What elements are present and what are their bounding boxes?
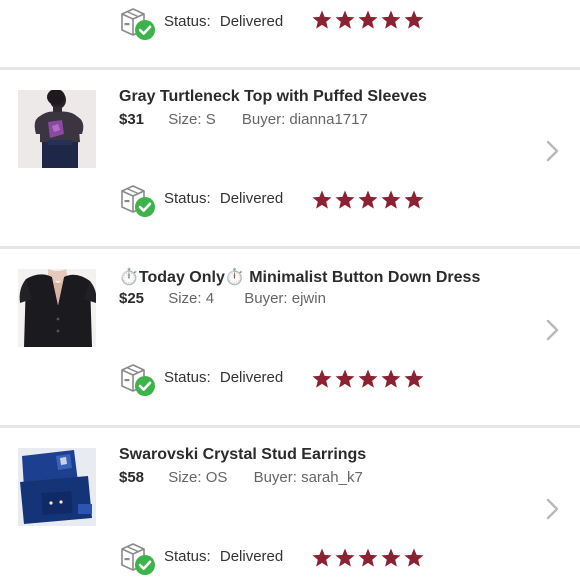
status-label: Status: — [164, 548, 211, 565]
item-price: $25 — [119, 290, 145, 307]
item-meta: $31 Size: S Buyer: dianna1717 — [119, 111, 368, 128]
status-text: Status: Delivered — [164, 548, 283, 565]
item-buyer: Buyer: dianna1717 — [241, 111, 368, 128]
status-value: Delivered — [219, 190, 284, 207]
star-icon — [380, 547, 402, 569]
status-label: Status: — [164, 190, 211, 207]
item-price: $31 — [119, 111, 145, 128]
star-icon — [403, 9, 425, 31]
status-text: Status: Delivered — [164, 190, 283, 207]
star-icon — [357, 368, 379, 390]
list-item[interactable]: ⏱️Today Only⏱️ Minimalist Button Down Dr… — [0, 249, 580, 426]
item-thumbnail — [18, 448, 96, 526]
item-title[interactable]: Gray Turtleneck Top with Puffed Sleeves — [119, 88, 427, 106]
chevron-right-icon[interactable] — [543, 318, 563, 342]
rating-stars — [311, 547, 425, 569]
item-price: $58 — [119, 469, 145, 486]
list-item[interactable]: Gray Turtleneck Top with Puffed Sleeves … — [0, 70, 580, 247]
star-icon — [334, 189, 356, 211]
star-icon — [403, 547, 425, 569]
delivered-icon — [119, 6, 157, 42]
star-icon — [403, 189, 425, 211]
item-buyer: Buyer: ejwin — [244, 290, 326, 307]
star-icon — [357, 189, 379, 211]
status-value: Delivered — [219, 369, 284, 386]
status-label: Status: — [164, 369, 211, 386]
status-label: Status: — [164, 13, 211, 30]
list-item[interactable]: Swarovski Crystal Stud Earrings $58 Size… — [0, 428, 580, 580]
item-title[interactable]: Swarovski Crystal Stud Earrings — [119, 446, 366, 464]
item-meta: $25 Size: 4 Buyer: ejwin — [119, 290, 326, 307]
status-text: Status: Delivered — [164, 13, 283, 30]
star-icon — [334, 9, 356, 31]
chevron-right-icon[interactable] — [543, 139, 563, 163]
item-size: Size: OS — [168, 469, 228, 486]
star-icon — [380, 9, 402, 31]
item-buyer: Buyer: sarah_k7 — [253, 469, 363, 486]
star-icon — [311, 547, 333, 569]
item-size: Size: 4 — [168, 290, 215, 307]
delivered-icon — [119, 183, 157, 219]
delivered-icon — [119, 362, 157, 398]
star-icon — [334, 368, 356, 390]
rating-stars — [311, 9, 425, 31]
star-icon — [357, 9, 379, 31]
star-icon — [311, 9, 333, 31]
star-icon — [380, 189, 402, 211]
item-meta: $58 Size: OS Buyer: sarah_k7 — [119, 469, 363, 486]
status-value: Delivered — [219, 13, 284, 30]
rating-stars — [311, 368, 425, 390]
item-size: Size: S — [168, 111, 216, 128]
star-icon — [311, 189, 333, 211]
star-icon — [311, 368, 333, 390]
chevron-right-icon[interactable] — [543, 497, 563, 521]
item-thumbnail — [18, 269, 96, 347]
rating-stars — [311, 189, 425, 211]
item-title[interactable]: ⏱️Today Only⏱️ Minimalist Button Down Dr… — [119, 267, 480, 287]
star-icon — [357, 547, 379, 569]
item-thumbnail — [18, 90, 96, 168]
list-item[interactable]: Status: Delivered — [0, 0, 580, 67]
sold-items-list: Status: Delivered Gray Turtleneck Top wi… — [0, 0, 580, 580]
star-icon — [334, 547, 356, 569]
delivered-icon — [119, 541, 157, 577]
star-icon — [380, 368, 402, 390]
status-value: Delivered — [219, 548, 284, 565]
status-text: Status: Delivered — [164, 369, 283, 386]
star-icon — [403, 368, 425, 390]
